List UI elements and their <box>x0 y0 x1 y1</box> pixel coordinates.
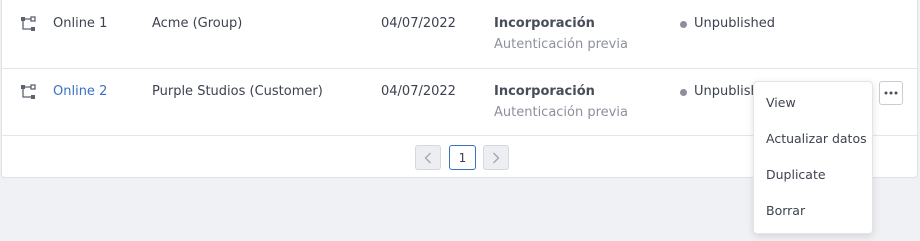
page-button-current[interactable]: 1 <box>449 145 476 170</box>
menu-item-update-data[interactable]: Actualizar datos <box>754 125 872 153</box>
flow-subtype: Autenticación previa <box>494 105 628 120</box>
flow-name: Online 1 <box>53 16 108 31</box>
flow-type: Incorporación <box>494 84 595 99</box>
chevron-left-icon <box>424 152 431 163</box>
more-actions-button[interactable] <box>879 81 903 105</box>
flow-client: Purple Studios (Customer) <box>152 84 323 99</box>
row-actions-menu: View Actualizar datos Duplicate Borrar <box>753 81 873 234</box>
menu-item-delete[interactable]: Borrar <box>754 197 872 225</box>
status-label: Unpublished <box>694 16 775 31</box>
chevron-right-icon <box>493 152 500 163</box>
flow-date: 04/07/2022 <box>381 84 456 99</box>
more-horizontal-icon <box>884 91 898 95</box>
menu-item-duplicate[interactable]: Duplicate <box>754 161 872 189</box>
status-dot-icon <box>680 20 687 28</box>
previous-page-button[interactable] <box>415 145 441 170</box>
flow-icon <box>21 84 36 99</box>
menu-item-view[interactable]: View <box>754 89 872 117</box>
flow-subtype: Autenticación previa <box>494 37 628 52</box>
flow-date: 04/07/2022 <box>381 16 456 31</box>
next-page-button[interactable] <box>483 145 509 170</box>
flow-name-link[interactable]: Online 2 <box>53 84 107 100</box>
status-badge: Unpublished <box>680 16 775 32</box>
flow-client: Acme (Group) <box>152 16 243 31</box>
table-row: Online 1 Acme (Group) 04/07/2022 Incorpo… <box>2 0 917 69</box>
flow-icon <box>21 16 36 31</box>
status-dot-icon <box>680 88 687 96</box>
flow-type: Incorporación <box>494 16 595 31</box>
